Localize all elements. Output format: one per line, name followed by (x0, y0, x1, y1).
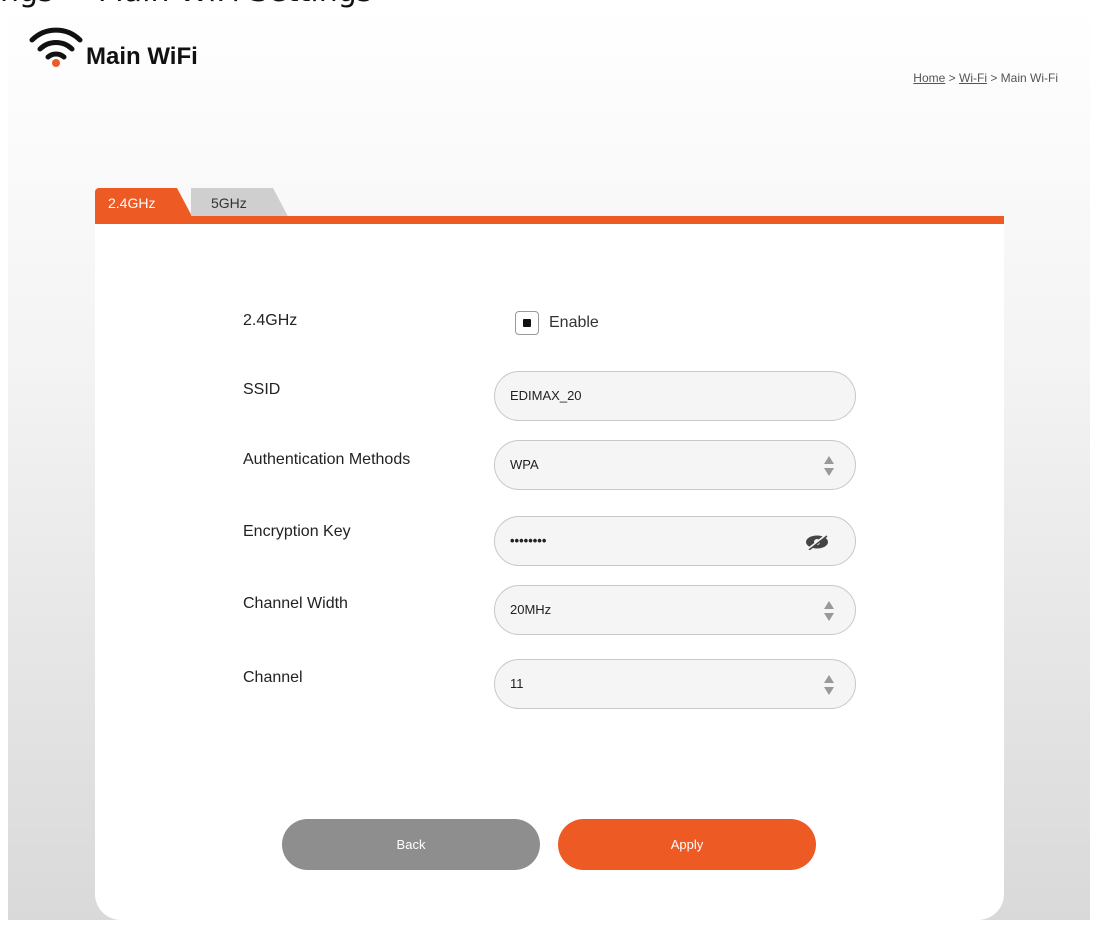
breadcrumb-separator: > (945, 71, 959, 85)
encryption-key-input[interactable]: •••••••• (494, 516, 856, 566)
channel-select[interactable]: 11 (494, 659, 856, 709)
cropped-heading: ngs → Main WiFi Settings (0, 0, 420, 8)
apply-button[interactable]: Apply (558, 819, 816, 870)
breadcrumb-separator: > (986, 71, 1001, 85)
auth-method-select[interactable]: WPA (494, 440, 856, 490)
channel-width-value: 20MHz (510, 602, 552, 617)
enable-label: Enable (549, 314, 599, 331)
encryption-key-label: Encryption Key (243, 523, 351, 540)
band-label: 2.4GHz (243, 312, 298, 329)
checkbox-checked-mark (523, 319, 531, 327)
breadcrumb-home-link[interactable]: Home (913, 71, 945, 85)
ssid-label: SSID (243, 381, 281, 398)
breadcrumb-wifi-link[interactable]: Wi-Fi (959, 71, 987, 85)
breadcrumb: Home > Wi-Fi > Main Wi-Fi (913, 71, 1058, 85)
back-button[interactable]: Back (282, 819, 540, 870)
settings-panel: 2.4GHz Enable SSID EDIMAX_20 Authenticat… (95, 216, 1004, 920)
auth-method-value: WPA (510, 457, 539, 472)
encryption-key-value: •••••••• (510, 533, 547, 548)
ssid-value: EDIMAX_20 (510, 388, 582, 403)
page: Main WiFi Home > Wi-Fi > Main Wi-Fi 2.4G… (8, 8, 1090, 920)
page-title: Main WiFi (86, 43, 198, 70)
channel-width-select[interactable]: 20MHz (494, 585, 856, 635)
select-arrows-icon (824, 601, 834, 621)
channel-width-label: Channel Width (243, 595, 348, 612)
channel-value: 11 (510, 676, 524, 691)
eye-hidden-icon[interactable] (805, 534, 829, 550)
select-arrows-icon (824, 675, 834, 695)
select-arrows-icon (824, 456, 834, 476)
enable-checkbox[interactable] (515, 311, 539, 335)
ssid-input[interactable]: EDIMAX_20 (494, 371, 856, 421)
auth-method-label: Authentication Methods (243, 451, 411, 468)
wifi-icon (29, 27, 83, 67)
channel-label: Channel (243, 669, 303, 686)
breadcrumb-current: Main Wi-Fi (1000, 71, 1058, 85)
